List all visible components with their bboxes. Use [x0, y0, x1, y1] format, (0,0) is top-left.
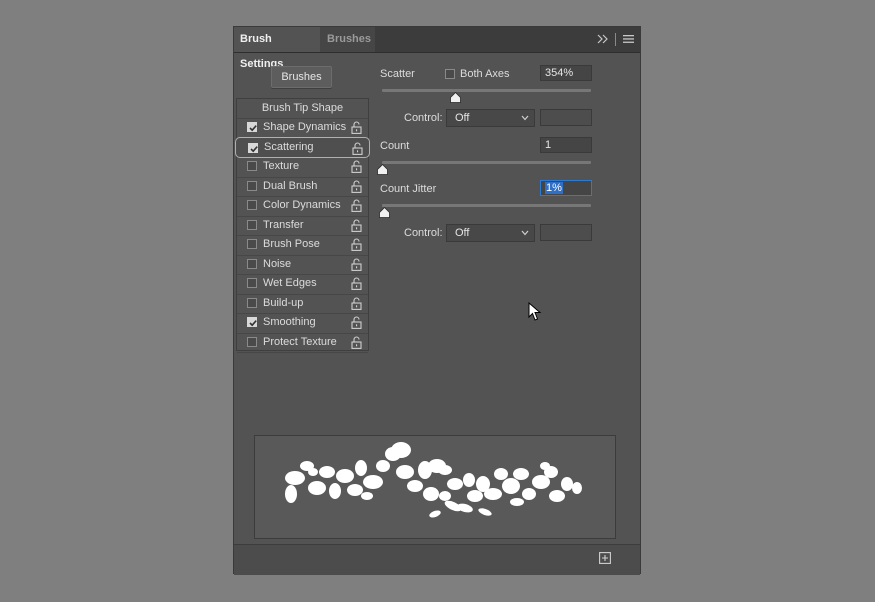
list-item-brush-tip-shape[interactable]: Brush Tip Shape	[237, 99, 368, 119]
count-jitter-control-label: Control:	[404, 227, 443, 239]
scatter-value-field[interactable]: 354%	[540, 65, 592, 81]
lock-icon[interactable]	[351, 199, 362, 212]
tab-bar-separator	[615, 33, 616, 46]
dual-brush-label: Dual Brush	[263, 179, 318, 192]
chevron-down-icon	[521, 115, 529, 121]
count-label: Count	[380, 140, 410, 152]
list-item-scattering[interactable]: Scattering	[235, 136, 370, 158]
texture-label: Texture	[263, 160, 300, 172]
brush-stroke-preview-image	[285, 442, 582, 518]
list-item-texture[interactable]: Texture	[237, 157, 368, 178]
count-jitter-control-select[interactable]: Off	[446, 224, 535, 242]
scatter-slider-thumb[interactable]	[449, 92, 461, 103]
list-item-build-up[interactable]: Build-up	[237, 294, 368, 314]
brush-pose-label: Brush Pose	[263, 238, 320, 250]
lock-icon[interactable]	[351, 160, 362, 173]
count-jitter-value-selected: 1%	[545, 182, 563, 194]
protect-texture-label: Protect Texture	[263, 335, 337, 348]
mouse-cursor-icon	[528, 302, 542, 321]
scatter-label: Scatter	[380, 68, 415, 80]
noise-checkbox[interactable]	[247, 258, 257, 269]
wet-edges-label: Wet Edges	[263, 277, 317, 289]
scatter-control-label: Control:	[404, 112, 443, 124]
list-item-brush-pose[interactable]: Brush Pose	[237, 235, 368, 256]
chevron-down-icon	[521, 230, 529, 236]
lock-icon[interactable]	[351, 296, 362, 310]
scatter-control-value: Off	[455, 112, 470, 124]
noise-label: Noise	[263, 257, 292, 270]
build-up-label: Build-up	[263, 296, 304, 309]
color-dynamics-label: Color Dynamics	[263, 199, 341, 211]
tab-brush-settings[interactable]: Brush Settings	[234, 27, 322, 70]
shape-dynamics-checkbox[interactable]	[247, 122, 257, 132]
lock-icon[interactable]	[352, 141, 363, 155]
brush-stroke-preview	[254, 435, 616, 539]
transfer-checkbox[interactable]	[247, 219, 257, 230]
brush-pose-checkbox[interactable]	[247, 239, 257, 249]
list-item-protect-texture[interactable]: Protect Texture	[237, 333, 368, 353]
scatter-control-aux-field[interactable]	[540, 109, 592, 126]
scatter-slider-track[interactable]	[382, 89, 591, 92]
brush-options-list: Brush Tip Shape Shape Dynamics Scattering…	[235, 98, 370, 353]
transfer-label: Transfer	[263, 218, 304, 231]
scattering-checkbox[interactable]	[248, 142, 258, 153]
count-value-field[interactable]: 1	[540, 137, 592, 153]
dual-brush-checkbox[interactable]	[247, 180, 257, 191]
color-dynamics-checkbox[interactable]	[247, 200, 257, 210]
lock-icon[interactable]	[351, 316, 362, 329]
protect-texture-checkbox[interactable]	[247, 336, 257, 347]
count-jitter-slider-track[interactable]	[382, 204, 591, 207]
count-jitter-slider-thumb[interactable]	[378, 207, 390, 218]
new-brush-icon[interactable]	[599, 552, 611, 564]
list-item-dual-brush[interactable]: Dual Brush	[237, 177, 368, 197]
lock-icon[interactable]	[351, 335, 362, 349]
shape-dynamics-label: Shape Dynamics	[263, 121, 347, 133]
panel-bottom-bar	[234, 544, 640, 575]
build-up-checkbox[interactable]	[247, 297, 257, 308]
count-jitter-value-field[interactable]: 1%	[540, 180, 592, 196]
both-axes-label: Both Axes	[460, 68, 510, 80]
lock-icon[interactable]	[351, 179, 362, 193]
count-slider-thumb[interactable]	[376, 164, 388, 175]
list-item-transfer[interactable]: Transfer	[237, 216, 368, 236]
double-chevron-right-icon[interactable]	[597, 33, 609, 45]
lock-icon[interactable]	[351, 218, 362, 232]
lock-icon[interactable]	[351, 257, 362, 271]
texture-checkbox[interactable]	[247, 161, 257, 171]
brush-settings-panel: Brush Settings Brushes Brushes Brush Tip…	[233, 26, 641, 575]
list-item-smoothing[interactable]: Smoothing	[237, 313, 368, 334]
count-slider-track[interactable]	[382, 161, 591, 164]
smoothing-label: Smoothing	[263, 316, 316, 328]
lock-icon[interactable]	[351, 238, 362, 251]
scattering-label: Scattering	[264, 140, 314, 153]
list-item-shape-dynamics[interactable]: Shape Dynamics	[237, 118, 368, 139]
lock-icon[interactable]	[351, 277, 362, 290]
count-jitter-control-value: Off	[455, 227, 470, 239]
lock-icon[interactable]	[351, 121, 362, 134]
list-item-wet-edges[interactable]: Wet Edges	[237, 274, 368, 295]
scatter-control-select[interactable]: Off	[446, 109, 535, 127]
count-jitter-control-aux-field[interactable]	[540, 224, 592, 241]
both-axes-checkbox[interactable]	[445, 69, 455, 79]
wet-edges-checkbox[interactable]	[247, 278, 257, 288]
smoothing-checkbox[interactable]	[247, 317, 257, 327]
hamburger-menu-icon[interactable]	[623, 34, 634, 44]
tab-brushes[interactable]: Brushes	[320, 27, 375, 52]
brushes-button[interactable]: Brushes	[271, 66, 332, 88]
panel-tab-bar: Brush Settings Brushes	[234, 27, 640, 70]
list-item-noise[interactable]: Noise	[237, 255, 368, 275]
list-item-color-dynamics[interactable]: Color Dynamics	[237, 196, 368, 217]
count-jitter-label: Count Jitter	[380, 183, 437, 195]
